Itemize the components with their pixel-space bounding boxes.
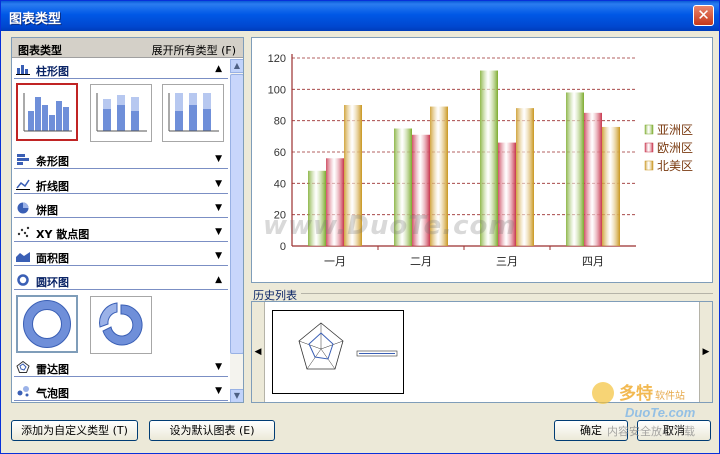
category-scatter[interactable]: XY 散点图 ▼	[14, 223, 228, 242]
gallery-header-label: 图表类型	[18, 44, 62, 57]
percent-stacked-column-icon	[168, 93, 219, 132]
history-prev-button[interactable]: ◀	[252, 302, 265, 402]
history-divider	[301, 293, 713, 294]
scroll-thumb[interactable]	[230, 74, 243, 354]
legend-label: 亚洲区	[657, 123, 693, 137]
title-bar: 图表类型 ✕	[1, 1, 719, 31]
category-label: 条形图	[36, 155, 69, 168]
expand-all-types-link[interactable]: 展开所有类型 (F)	[152, 42, 236, 58]
category-pie[interactable]: 饼图 ▼	[14, 199, 228, 218]
expand-arrow-icon[interactable]: ▼	[215, 203, 222, 213]
category-column[interactable]: 柱形图 ▲	[14, 60, 228, 79]
pie-chart-icon	[17, 202, 29, 214]
logo-tag-text: 内容安全放心下载	[607, 424, 695, 438]
legend-swatch	[644, 160, 654, 171]
category-label: 圆环图	[36, 276, 69, 289]
collapse-arrow-icon[interactable]: ▲	[215, 64, 222, 74]
expand-arrow-icon[interactable]: ▼	[215, 179, 222, 189]
bar	[566, 92, 584, 246]
history-item-radar[interactable]	[272, 310, 404, 394]
x-tick-label: 二月	[410, 256, 432, 268]
category-radar[interactable]: 雷达图 ▼	[14, 358, 228, 377]
x-tick-label: 四月	[582, 256, 604, 268]
category-bar[interactable]: 条形图 ▼	[14, 150, 228, 169]
y-tick-label: 40	[274, 178, 286, 190]
logo-sub-text: 软件站	[655, 389, 685, 402]
category-label: 气泡图	[36, 387, 69, 400]
stacked-column-icon	[96, 93, 147, 132]
logo-icon: 多特 软件站 DuoTe.com 内容安全放心下载	[592, 382, 696, 438]
y-tick-label: 100	[268, 84, 286, 96]
gallery-header: 图表类型 展开所有类型 (F)	[12, 38, 243, 58]
category-bubble[interactable]: 气泡图 ▼	[14, 382, 228, 401]
scroll-down-button[interactable]: ▼	[230, 389, 243, 402]
watermark-text: www.DuoTe.com	[263, 211, 517, 241]
site-logo: 多特 软件站 DuoTe.com 内容安全放心下载	[589, 379, 717, 442]
doughnut-chart-icon	[17, 274, 29, 286]
y-tick-label: 60	[274, 147, 286, 159]
legend-swatch	[644, 142, 654, 153]
y-tick-label: 80	[274, 116, 286, 128]
bar	[602, 126, 620, 246]
percent-stacked-column-thumbnail[interactable]	[162, 84, 224, 142]
category-label: 折线图	[36, 180, 69, 193]
category-area[interactable]: 面积图 ▼	[14, 247, 228, 266]
bubble-chart-icon	[17, 386, 29, 397]
expand-arrow-icon[interactable]: ▼	[215, 362, 222, 372]
category-label: 柱形图	[36, 65, 69, 78]
legend-swatch	[644, 124, 654, 135]
bar	[584, 112, 602, 246]
exploded-doughnut-icon	[99, 302, 143, 346]
close-button[interactable]: ✕	[693, 5, 714, 26]
radar-preview-icon	[298, 322, 398, 370]
chart-preview: 0 20 40 60 80 100 120 一月 二月 三月 四月 亚洲区 欧洲区 北美区	[251, 37, 713, 283]
clustered-column-thumbnail[interactable]	[16, 83, 78, 141]
stacked-column-thumbnail[interactable]	[90, 84, 152, 142]
column-chart-icon	[16, 65, 30, 75]
logo-url-text: DuoTe.com	[625, 405, 696, 420]
line-chart-icon	[16, 179, 30, 190]
logo-main-text: 多特	[619, 383, 653, 403]
category-line[interactable]: 折线图 ▼	[14, 175, 228, 194]
chart-type-gallery: 图表类型 展开所有类型 (F) 柱形图 ▲ 条形图 ▼ 折线图 ▼ 饼图 ▼ X…	[11, 37, 244, 403]
x-tick-label: 一月	[324, 256, 346, 268]
expand-arrow-icon[interactable]: ▼	[215, 386, 222, 396]
collapse-arrow-icon[interactable]: ▲	[215, 275, 222, 285]
bar	[516, 108, 534, 246]
expand-arrow-icon[interactable]: ▼	[215, 251, 222, 261]
expand-arrow-icon[interactable]: ▼	[215, 227, 222, 237]
set-default-chart-button[interactable]: 设为默认图表 (E)	[149, 420, 275, 441]
doughnut-thumbnail[interactable]	[16, 295, 78, 353]
exploded-doughnut-thumbnail[interactable]	[90, 296, 152, 354]
y-tick-label: 120	[268, 53, 286, 65]
scroll-up-button[interactable]: ▲	[230, 59, 243, 73]
dialog-title: 图表类型	[9, 12, 62, 27]
category-label: 面积图	[36, 252, 69, 265]
category-label: XY 散点图	[36, 228, 90, 241]
chart-type-dialog: 图表类型 ✕ 图表类型 展开所有类型 (F) 柱形图 ▲ 条形图 ▼ 折线图 ▼…	[0, 0, 720, 454]
clustered-column-icon	[23, 93, 72, 132]
chart-preview-svg: 020406080100120一月 二月 三月 四月亚洲区欧洲区北美区	[268, 53, 693, 268]
gallery-scrollbar[interactable]: ▲ ▼	[230, 59, 243, 402]
category-label: 饼图	[36, 204, 58, 217]
y-tick-label: 0	[280, 241, 286, 253]
expand-arrow-icon[interactable]: ▼	[215, 154, 222, 164]
category-label: 雷达图	[36, 363, 69, 376]
legend-label: 北美区	[657, 159, 693, 173]
area-chart-icon	[16, 252, 30, 262]
bar-chart-icon	[17, 154, 29, 165]
x-tick-label: 三月	[496, 256, 518, 268]
doughnut-icon	[23, 300, 71, 348]
legend-label: 欧洲区	[657, 141, 693, 155]
scatter-chart-icon	[17, 226, 30, 238]
add-custom-type-button[interactable]: 添加为自定义类型 (T)	[11, 420, 138, 441]
category-doughnut[interactable]: 圆环图 ▲	[14, 271, 228, 290]
radar-chart-icon	[16, 361, 30, 373]
